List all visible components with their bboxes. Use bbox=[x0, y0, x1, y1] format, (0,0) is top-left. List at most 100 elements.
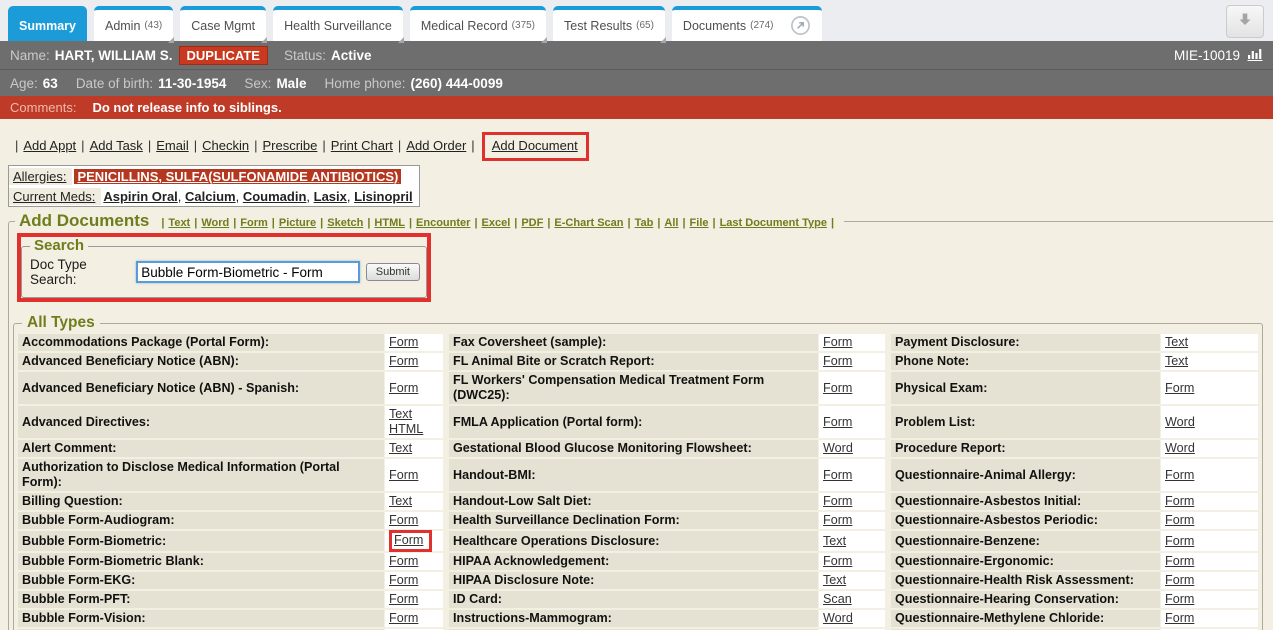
doc-format-link-fmla-application-portal-form-form[interactable]: Form bbox=[823, 415, 852, 430]
doc-format-link-questionnaire-animal-allergy-form[interactable]: Form bbox=[1165, 468, 1194, 483]
doc-format-link-questionnaire-ergonomic-form[interactable]: Form bbox=[1165, 554, 1194, 569]
doc-type-link-picture[interactable]: Picture bbox=[279, 217, 316, 229]
column-gap bbox=[886, 512, 890, 529]
doc-type-link-e-chart-scan[interactable]: E-Chart Scan bbox=[554, 217, 623, 229]
doc-type-link-cell: Form bbox=[1161, 372, 1258, 404]
doc-format-link-questionnaire-asbestos-periodic-form[interactable]: Form bbox=[1165, 513, 1194, 528]
tab-label: Test Results bbox=[564, 19, 632, 33]
action-separator: | bbox=[471, 138, 474, 153]
action-link-add-appt[interactable]: Add Appt bbox=[23, 138, 76, 153]
doc-format-link-alert-comment-text[interactable]: Text bbox=[389, 441, 412, 456]
med-link-calcium[interactable]: Calcium bbox=[185, 189, 236, 204]
doc-format-link-questionnaire-methylene-chloride-form[interactable]: Form bbox=[1165, 611, 1194, 626]
doc-format-link-procedure-report-word[interactable]: Word bbox=[1165, 441, 1195, 456]
doc-type-link-cell: Form bbox=[385, 610, 443, 627]
doc-type-link-last-document-type[interactable]: Last Document Type bbox=[720, 217, 827, 229]
doc-format-link-id-card-scan[interactable]: Scan bbox=[823, 592, 852, 607]
tab-count: (375) bbox=[512, 20, 535, 31]
doc-format-link-fl-animal-bite-or-scratch-report-form[interactable]: Form bbox=[823, 354, 852, 369]
doc-type-label-cell: Questionnaire-Asbestos Periodic: bbox=[891, 512, 1160, 529]
allergies-link[interactable]: Allergies: bbox=[13, 169, 66, 184]
doc-format-link-bubble-form-biometric-form[interactable]: Form bbox=[394, 533, 423, 547]
doc-type-label-cell: Bubble Form-Audiogram: bbox=[18, 512, 384, 529]
tab-summary[interactable]: Summary bbox=[8, 6, 87, 41]
doc-format-link-questionnaire-hearing-conservation-form[interactable]: Form bbox=[1165, 592, 1194, 607]
doc-format-link-problem-list-word[interactable]: Word bbox=[1165, 415, 1195, 430]
doc-type-link-sketch[interactable]: Sketch bbox=[327, 217, 363, 229]
med-link-lisinopril[interactable]: Lisinopril bbox=[354, 189, 413, 204]
doc-type-link-tab[interactable]: Tab bbox=[635, 217, 654, 229]
tab-health-surveillance[interactable]: Health Surveillance bbox=[273, 6, 403, 41]
doc-format-link-handout-low-salt-diet-form[interactable]: Form bbox=[823, 494, 852, 509]
doc-type-link-pdf[interactable]: PDF bbox=[521, 217, 543, 229]
action-link-checkin[interactable]: Checkin bbox=[202, 138, 249, 153]
bar-chart-icon[interactable] bbox=[1247, 47, 1263, 64]
doc-format-link-questionnaire-benzene-form[interactable]: Form bbox=[1165, 534, 1194, 549]
tab-medical-record[interactable]: Medical Record(375) bbox=[410, 6, 546, 41]
doc-type-search-input[interactable] bbox=[136, 261, 360, 283]
tab-test-results[interactable]: Test Results(65) bbox=[553, 6, 665, 41]
doc-format-link-bubble-form-ekg-form[interactable]: Form bbox=[389, 573, 418, 588]
doc-format-link-bubble-form-vision-form[interactable]: Form bbox=[389, 611, 418, 626]
med-separator: , bbox=[236, 189, 243, 204]
doc-format-link-advanced-directives-text[interactable]: Text bbox=[389, 407, 412, 422]
doc-format-link-phone-note-text[interactable]: Text bbox=[1165, 354, 1188, 369]
action-link-add-task[interactable]: Add Task bbox=[90, 138, 143, 153]
doc-type-link-encounter[interactable]: Encounter bbox=[416, 217, 470, 229]
tab-admin[interactable]: Admin(43) bbox=[94, 6, 173, 41]
doc-format-link-advanced-beneficiary-notice-abn-spanish-form[interactable]: Form bbox=[389, 381, 418, 396]
doc-format-link-hipaa-disclosure-note-text[interactable]: Text bbox=[823, 573, 846, 588]
doc-format-link-health-surveillance-declination-form-form[interactable]: Form bbox=[823, 513, 852, 528]
allergy-value[interactable]: PENICILLINS, SULFA(SULFONAMIDE ANTIBIOTI… bbox=[74, 169, 401, 184]
doc-format-link-bubble-form-pft-form[interactable]: Form bbox=[389, 592, 418, 607]
doc-type-label-cell: ID Card: bbox=[449, 591, 818, 608]
doc-type-link-text[interactable]: Text bbox=[168, 217, 190, 229]
doc-type-link-cell: Word bbox=[819, 440, 885, 457]
action-link-add-document[interactable]: Add Document bbox=[492, 138, 578, 153]
doc-format-link-hipaa-acknowledgement-form[interactable]: Form bbox=[823, 554, 852, 569]
action-link-add-order[interactable]: Add Order bbox=[406, 138, 466, 153]
doc-type-link-word[interactable]: Word bbox=[201, 217, 229, 229]
doc-format-link-physical-exam-form[interactable]: Form bbox=[1165, 381, 1194, 396]
doc-type-link-excel[interactable]: Excel bbox=[482, 217, 511, 229]
doc-format-link-healthcare-operations-disclosure-text[interactable]: Text bbox=[823, 534, 846, 549]
action-link-print-chart[interactable]: Print Chart bbox=[331, 138, 393, 153]
search-legend: Search bbox=[30, 237, 88, 255]
doc-format-link-advanced-beneficiary-notice-abn-form[interactable]: Form bbox=[389, 354, 418, 369]
action-separator: | bbox=[15, 138, 18, 153]
doc-format-link-fl-workers-compensation-medical-treatment-form-dwc25-form[interactable]: Form bbox=[823, 381, 852, 396]
doc-format-link-fax-coversheet-sample-form[interactable]: Form bbox=[823, 335, 852, 350]
med-link-aspirin-oral[interactable]: Aspirin Oral bbox=[103, 189, 177, 204]
scroll-down-button[interactable] bbox=[1226, 5, 1264, 38]
doc-format-link-questionnaire-asbestos-initial-form[interactable]: Form bbox=[1165, 494, 1194, 509]
med-link-lasix[interactable]: Lasix bbox=[314, 189, 347, 204]
current-meds-link[interactable]: Current Meds: bbox=[13, 189, 95, 204]
doc-format-link-handout-bmi-form[interactable]: Form bbox=[823, 468, 852, 483]
doc-format-link-authorization-to-disclose-medical-information-portal-form-form[interactable]: Form bbox=[389, 468, 418, 483]
doc-format-link-questionnaire-health-risk-assessment-form[interactable]: Form bbox=[1165, 573, 1194, 588]
doc-format-link-gestational-blood-glucose-monitoring-flowsheet-word[interactable]: Word bbox=[823, 441, 853, 456]
doc-type-link-form[interactable]: Form bbox=[240, 217, 268, 229]
doc-format-link-accommodations-package-portal-form-form[interactable]: Form bbox=[389, 335, 418, 350]
status-value: Active bbox=[331, 48, 372, 63]
doc-type-label-cell: Advanced Directives: bbox=[18, 406, 384, 438]
doc-format-link-payment-disclosure-text[interactable]: Text bbox=[1165, 335, 1188, 350]
submit-button[interactable]: Submit bbox=[366, 263, 420, 281]
doc-type-link-file[interactable]: File bbox=[690, 217, 709, 229]
doc-format-link-instructions-mammogram-word[interactable]: Word bbox=[823, 611, 853, 626]
doc-type-link-html[interactable]: HTML bbox=[374, 217, 405, 229]
tab-documents[interactable]: Documents(274) bbox=[672, 6, 822, 41]
doc-type-link-all[interactable]: All bbox=[664, 217, 678, 229]
tab-case-mgmt[interactable]: Case Mgmt bbox=[180, 6, 266, 41]
age-label: Age: bbox=[10, 76, 38, 91]
med-link-coumadin[interactable]: Coumadin bbox=[243, 189, 307, 204]
doc-format-link-bubble-form-audiogram-form[interactable]: Form bbox=[389, 513, 418, 528]
action-link-email[interactable]: Email bbox=[156, 138, 189, 153]
popout-tab-button[interactable] bbox=[784, 15, 811, 36]
doc-format-link-bubble-form-biometric-blank-form[interactable]: Form bbox=[389, 554, 418, 569]
doc-format-link-advanced-directives-html[interactable]: HTML bbox=[389, 422, 423, 437]
action-link-prescribe[interactable]: Prescribe bbox=[262, 138, 317, 153]
doc-type-link-separator: | bbox=[514, 217, 517, 229]
doc-format-link-billing-question-text[interactable]: Text bbox=[389, 494, 412, 509]
search-title: Search bbox=[34, 237, 84, 254]
